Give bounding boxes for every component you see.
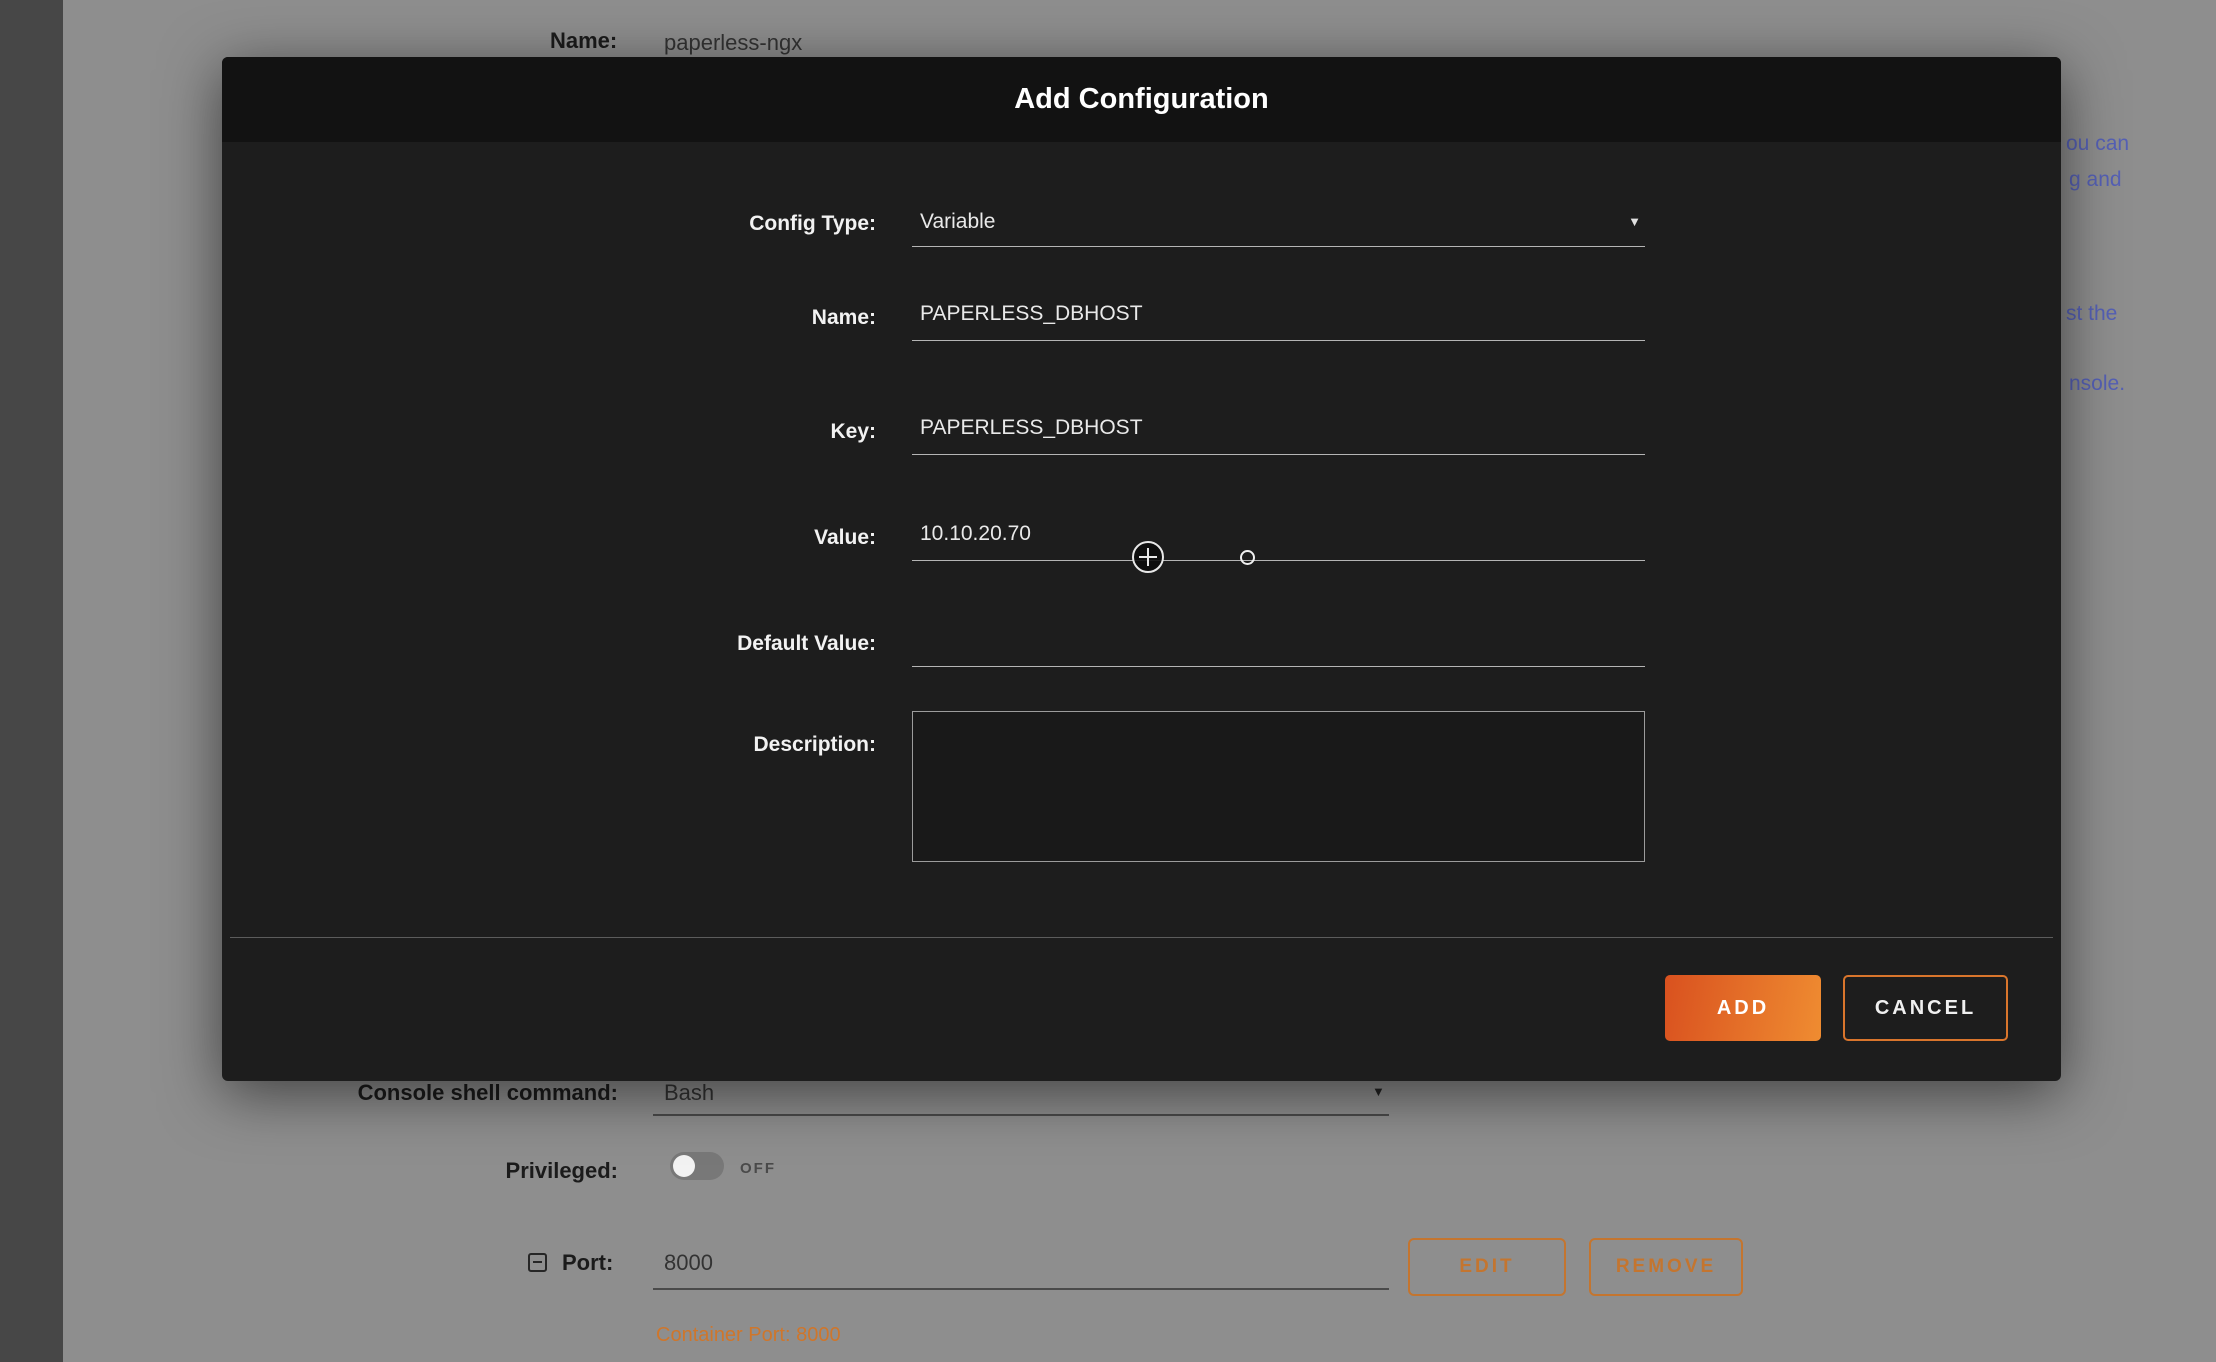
port-field-underline	[653, 1288, 1389, 1290]
port-remove-button[interactable]: REMOVE	[1589, 1238, 1743, 1296]
cancel-button[interactable]: CANCEL	[1843, 975, 2008, 1041]
toggle-knob	[673, 1155, 695, 1177]
default-value-input[interactable]	[912, 621, 1645, 667]
container-port-text: Container Port: 8000	[656, 1324, 841, 1347]
console-shell-value[interactable]: Bash	[664, 1080, 714, 1106]
bg-clipped-text-3: st the	[2066, 302, 2117, 326]
config-type-select[interactable]: Variable ▼	[912, 201, 1645, 247]
modal-title: Add Configuration	[1014, 83, 1269, 116]
privileged-label: Privileged:	[200, 1158, 618, 1184]
config-type-row: Config Type: Variable ▼	[222, 201, 2061, 247]
name-row: Name:	[222, 295, 2061, 341]
value-input[interactable]	[912, 515, 1645, 561]
key-input[interactable]	[912, 409, 1645, 455]
add-button[interactable]: ADD	[1665, 975, 1821, 1041]
description-textarea[interactable]	[912, 711, 1645, 862]
console-dropdown-arrow-icon[interactable]: ▼	[1372, 1084, 1385, 1099]
default-value-label: Default Value:	[222, 621, 876, 667]
page-left-edge	[0, 0, 63, 1362]
config-type-value: Variable	[920, 210, 996, 233]
bg-clipped-text-1: ou can	[2066, 132, 2129, 156]
modal-footer-divider	[230, 937, 2053, 938]
key-label: Key:	[222, 409, 876, 455]
console-shell-label: Console shell command:	[200, 1080, 618, 1106]
modal-header: Add Configuration	[222, 57, 2061, 142]
default-value-row: Default Value:	[222, 621, 2061, 667]
console-field-underline	[653, 1114, 1389, 1116]
value-label: Value:	[222, 515, 876, 561]
cursor-ring-icon	[1240, 550, 1255, 565]
privileged-toggle[interactable]	[670, 1152, 724, 1180]
move-cursor-icon	[1132, 541, 1164, 573]
name-label: Name:	[222, 295, 876, 341]
description-label: Description:	[222, 722, 876, 768]
name-input[interactable]	[912, 295, 1645, 341]
screen: Name: paperless-ngx ou can g and st the …	[0, 0, 2216, 1362]
port-edit-button[interactable]: EDIT	[1408, 1238, 1566, 1296]
key-row: Key:	[222, 409, 2061, 455]
bg-clipped-text-2: g and	[2069, 168, 2122, 192]
chevron-down-icon: ▼	[1628, 215, 1641, 228]
bg-name-value: paperless-ngx	[664, 30, 802, 56]
port-value[interactable]: 8000	[664, 1250, 713, 1276]
privileged-state: OFF	[740, 1160, 776, 1177]
collapse-minus-icon[interactable]	[528, 1253, 547, 1272]
bg-name-label: Name:	[550, 28, 617, 54]
config-type-label: Config Type:	[222, 201, 876, 247]
bg-clipped-text-4: nsole.	[2069, 372, 2125, 396]
port-label: Port:	[562, 1250, 613, 1276]
